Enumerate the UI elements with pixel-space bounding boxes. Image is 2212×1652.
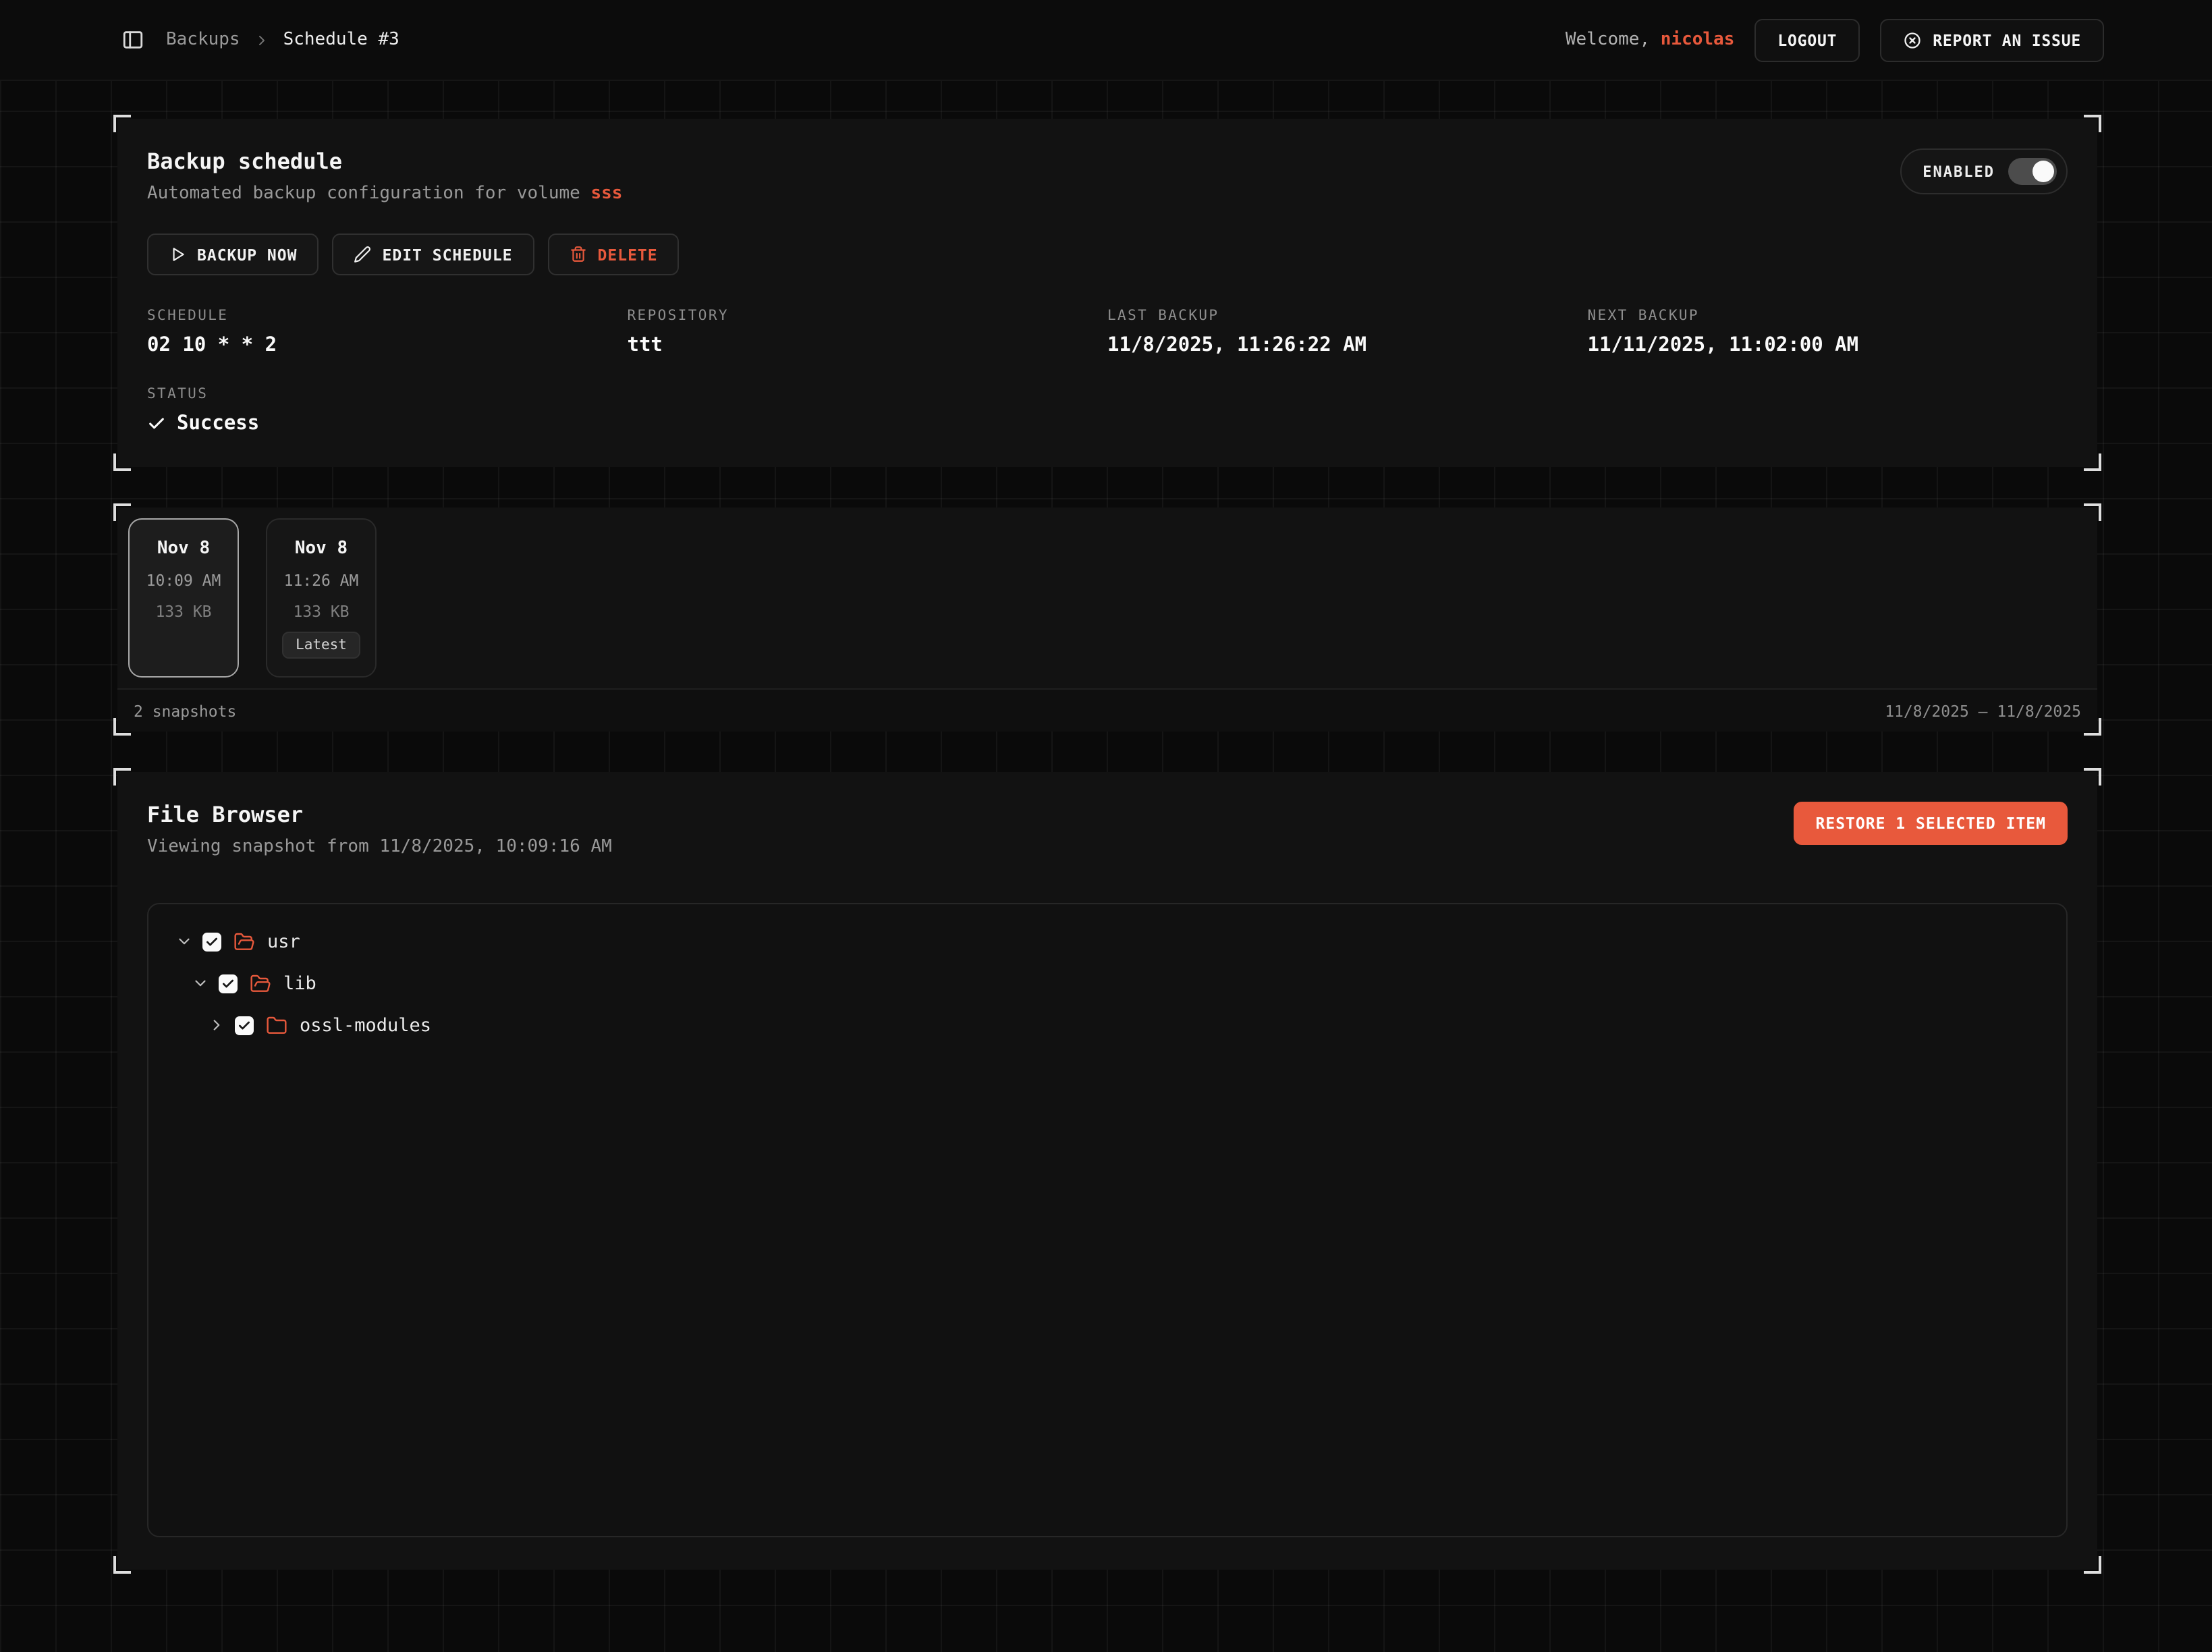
field-next-backup: NEXT BACKUP 11/11/2025, 11:02:00 AM [1588,308,2068,356]
snapshot-time: 11:26 AM [284,571,359,590]
field-value: 11/8/2025, 11:26:22 AM [1107,335,1588,356]
trash-icon [570,246,587,263]
welcome-text: Welcome, nicolas [1566,30,1735,50]
panel-subtitle: Automated backup configuration for volum… [147,184,622,204]
field-last-backup: LAST BACKUP 11/8/2025, 11:26:22 AM [1107,308,1588,356]
field-value: ttt [628,335,1108,356]
circle-x-icon [1903,30,1922,49]
chevron-right-icon[interactable] [208,1016,225,1034]
field-label: LAST BACKUP [1107,308,1588,324]
checkbox-checked[interactable] [219,974,238,993]
topbar: Backups Schedule #3 Welcome, nicolas LOG… [0,0,2212,81]
tree-row-usr: usr [167,920,2047,962]
folder-open-icon [250,972,271,994]
backup-now-label: BACKUP NOW [197,245,298,264]
field-value: 02 10 * * 2 [147,335,628,356]
snapshot-card[interactable]: Nov 8 11:26 AM 133 KB Latest [266,518,377,678]
corner-bracket-decoration [113,1556,131,1574]
status-value: Success [177,413,259,435]
corner-bracket-decoration [113,115,131,132]
field-status: STATUS Success [147,386,628,435]
report-issue-button[interactable]: REPORT AN ISSUE [1880,18,2104,61]
breadcrumb-backups[interactable]: Backups [166,30,240,50]
field-label: REPOSITORY [628,308,1108,324]
breadcrumb: Backups Schedule #3 [166,30,399,50]
main-content: Backup schedule Automated backup configu… [0,81,2212,1570]
field-label: STATUS [147,386,628,402]
corner-bracket-decoration [2084,768,2101,786]
tree-item-name[interactable]: ossl-modules [300,1014,431,1036]
username: nicolas [1661,30,1735,50]
latest-badge: Latest [282,632,360,659]
snapshot-card-selected[interactable]: Nov 8 10:09 AM 133 KB [128,518,239,678]
corner-bracket-decoration [2084,1556,2101,1574]
toggle-switch[interactable] [2008,158,2057,185]
snapshot-date: Nov 8 [295,539,348,559]
snapshot-size: 133 KB [155,602,211,621]
folder-icon [266,1014,287,1036]
field-label: SCHEDULE [147,308,628,324]
page-background: Backups Schedule #3 Welcome, nicolas LOG… [0,0,2212,1652]
delete-label: DELETE [598,245,658,264]
file-browser-panel: File Browser Viewing snapshot from 11/8/… [117,772,2097,1570]
checkbox-checked[interactable] [235,1016,254,1035]
corner-bracket-decoration [2084,453,2101,471]
field-schedule: SCHEDULE 02 10 * * 2 [147,308,628,356]
breadcrumb-current: Schedule #3 [283,30,399,50]
panel-title: File Browser [147,802,612,827]
field-repository: REPOSITORY ttt [628,308,1108,356]
snapshot-date-range: 11/8/2025 – 11/8/2025 [1885,701,2081,720]
check-icon [147,414,166,433]
logout-button[interactable]: LOGOUT [1754,18,1860,61]
snapshots-panel: Nov 8 10:09 AM 133 KB Nov 8 11:26 AM 133… [117,507,2097,732]
panel-title: Backup schedule [147,148,622,174]
edit-schedule-button[interactable]: EDIT SCHEDULE [333,233,534,275]
edit-schedule-label: EDIT SCHEDULE [383,245,513,264]
toggle-knob [2033,161,2054,182]
snapshot-count: 2 snapshots [134,701,236,720]
corner-bracket-decoration [113,453,131,471]
corner-bracket-decoration [2084,115,2101,132]
panel-left-icon [121,28,144,51]
delete-button[interactable]: DELETE [548,233,680,275]
enabled-toggle[interactable]: ENABLED [1900,148,2068,194]
snapshot-size: 133 KB [293,602,349,621]
field-value: 11/11/2025, 11:02:00 AM [1588,335,2068,356]
checkbox-checked[interactable] [202,932,221,951]
chevron-down-icon[interactable] [192,974,209,992]
welcome-prefix: Welcome, [1566,30,1650,50]
subtitle-prefix: Automated backup configuration for volum… [147,184,580,204]
play-icon [169,246,186,263]
snapshot-time: 10:09 AM [146,571,221,590]
file-tree: usr lib [147,903,2068,1537]
chevron-down-icon[interactable] [175,933,193,950]
tree-row-ossl-modules: ossl-modules [167,1004,2047,1046]
tree-item-name[interactable]: lib [283,972,316,994]
folder-open-icon [233,931,255,952]
enabled-label: ENABLED [1923,163,1995,180]
field-label: NEXT BACKUP [1588,308,2068,324]
pencil-icon [354,246,372,263]
snapshots-footer: 2 snapshots 11/8/2025 – 11/8/2025 [117,688,2097,732]
panel-subtitle: Viewing snapshot from 11/8/2025, 10:09:1… [147,837,612,857]
corner-bracket-decoration [113,768,131,786]
report-issue-label: REPORT AN ISSUE [1933,30,2081,49]
tree-row-lib: lib [167,962,2047,1004]
backup-schedule-panel: Backup schedule Automated backup configu… [117,119,2097,467]
volume-name: sss [590,184,622,204]
restore-selected-button[interactable]: RESTORE 1 SELECTED ITEM [1794,802,2068,845]
chevron-right-icon [254,32,270,48]
sidebar-toggle-button[interactable] [121,28,144,51]
tree-item-name[interactable]: usr [267,931,300,952]
backup-now-button[interactable]: BACKUP NOW [147,233,319,275]
snapshot-date: Nov 8 [157,539,210,559]
